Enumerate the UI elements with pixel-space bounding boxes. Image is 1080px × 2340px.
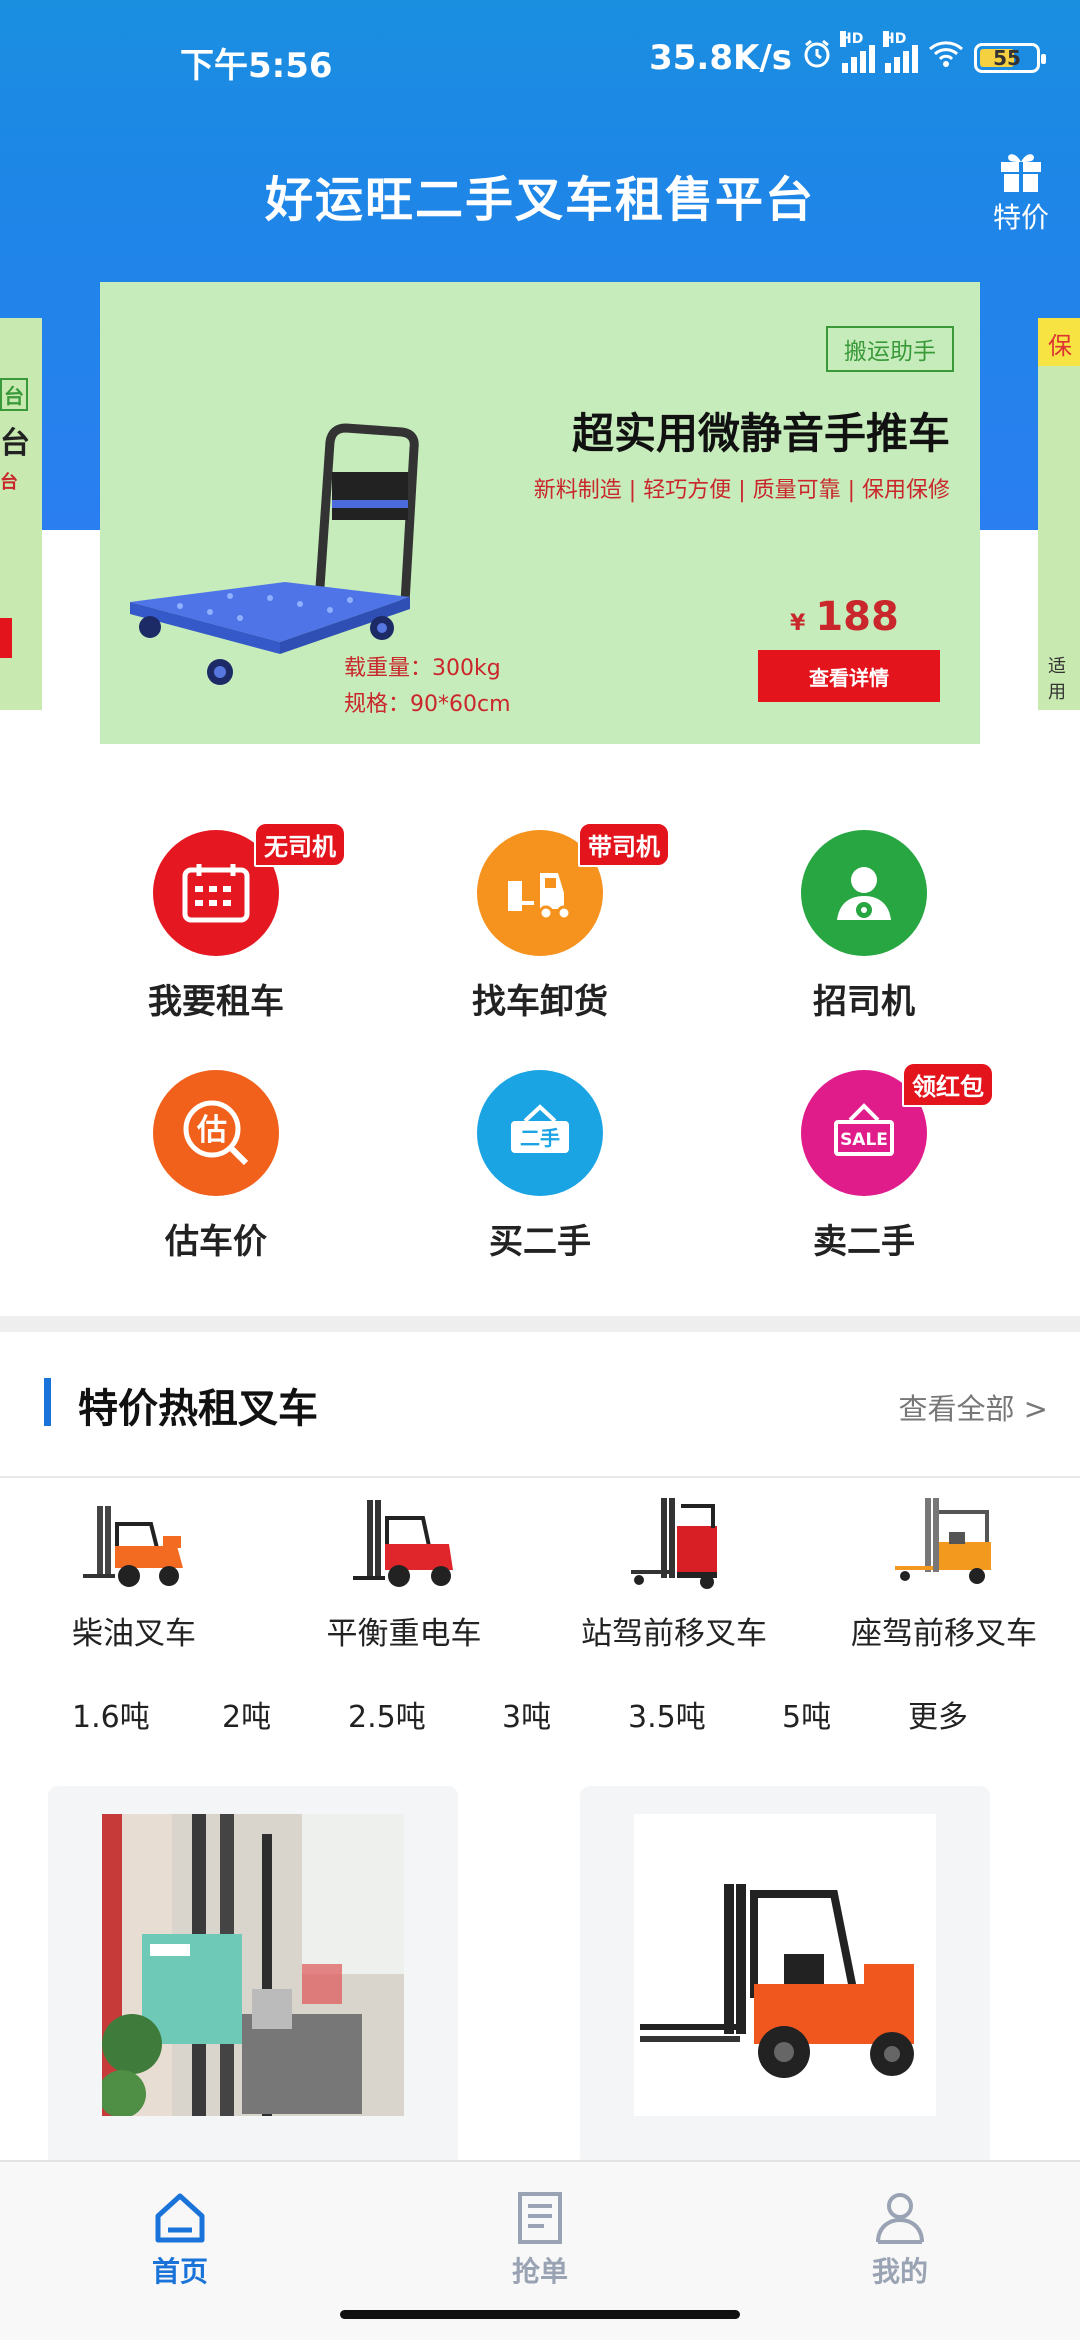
banner-title: 超实用微静音手推车 [571,409,950,458]
tab-grab-order[interactable]: 抢单 [460,2190,620,2290]
shortcut-label: 招司机 [813,982,915,1022]
category-seated-reach-truck[interactable]: 座驾前移叉车 [814,1496,1074,1653]
signal-icon: HD [840,31,875,73]
product-card[interactable] [580,1786,990,2166]
shortcut-label: 买二手 [489,1222,591,1262]
tonnage-filter-more[interactable]: 更多 [908,1692,968,1736]
category-counterbalance-electric[interactable]: 平衡重电车 [274,1496,534,1653]
used-sign-icon: 二手 [477,1070,603,1196]
user-icon [876,2193,924,2244]
category-stand-reach-truck[interactable]: 站驾前移叉车 [544,1496,804,1653]
home-indicator [340,2310,740,2319]
red-packet-badge: 领红包 [902,1062,994,1107]
wifi-icon [928,38,964,78]
banner-next-peek[interactable]: 保 适用 [1038,318,1080,710]
app-title: 好运旺二手叉车租售平台 [264,172,815,228]
banner-spec-load: 载重量：300kg [344,656,501,681]
signal-icon-2: HD [883,31,918,73]
tonnage-filter[interactable]: 3.5吨 [628,1692,706,1736]
battery-icon: 55 [974,43,1046,73]
shortcut-label: 找车卸货 [472,982,608,1022]
banner-prev-peek[interactable]: 台 台 台 [0,318,42,710]
shortcut-sell-used[interactable]: SALE 领红包 卖二手 [734,1062,994,1263]
svg-text:二手: 二手 [520,1126,560,1150]
stand-reach-truck-icon [631,1498,717,1589]
shortcut-rent-car[interactable]: 无司机 我要租车 [86,822,346,1023]
category-diesel-forklift[interactable]: 柴油叉车 [4,1496,264,1653]
shortcut-find-car-unload[interactable]: 带司机 找车卸货 [410,822,670,1023]
tonnage-filter[interactable]: 3吨 [502,1692,551,1736]
tab-profile[interactable]: 我的 [820,2190,980,2290]
battery-level: 55 [993,46,1021,70]
special-offer-label: 特价 [992,201,1049,234]
tonnage-filter[interactable]: 5吨 [782,1692,831,1736]
shortcut-label: 我要租车 [148,982,284,1022]
tab-label: 首页 [151,2255,208,2288]
product-image [634,1814,936,2116]
document-icon [518,2192,562,2244]
shortcut-label: 估车价 [165,1222,267,1262]
tonnage-filter[interactable]: 2.5吨 [348,1692,426,1736]
shortcut-buy-used[interactable]: 二手 买二手 [410,1070,670,1263]
category-label: 柴油叉车 [72,1616,196,1652]
product-image [102,1814,404,2116]
home-icon [155,2193,205,2243]
diesel-forklift-icon [83,1506,183,1587]
section-divider [0,1316,1080,1332]
svg-text:估: 估 [196,1113,227,1148]
view-detail-button[interactable]: 查看详情 [758,650,940,702]
banner-price: ¥188 [790,594,899,640]
alarm-icon [802,38,832,78]
banner-tag: 搬运助手 [826,326,954,372]
status-indicators: 35.8K/s HD HD 55 [649,31,1046,78]
tonnage-filter[interactable]: 2吨 [222,1692,271,1736]
tab-home[interactable]: 首页 [100,2190,260,2290]
network-speed: 35.8K/s [649,38,792,78]
status-bar: 下午5:56 35.8K/s HD HD 55 [0,0,1080,90]
shortcut-estimate-price[interactable]: 估 估车价 [86,1070,346,1263]
section-accent-bar [44,1378,51,1426]
tab-label: 我的 [871,2255,928,2288]
electric-forklift-icon [353,1500,453,1587]
driver-icon [801,830,927,956]
view-all-link[interactable]: 查看全部 > [898,1386,1048,1428]
seated-reach-truck-icon [895,1498,991,1584]
svg-text:SALE: SALE [840,1130,888,1150]
tonnage-filter[interactable]: 1.6吨 [72,1692,150,1736]
category-label: 平衡重电车 [326,1616,482,1652]
shortcut-label: 卖二手 [813,1222,915,1262]
shortcut-hire-driver[interactable]: 招司机 [734,830,994,1023]
banner-spec-size: 规格：90*60cm [344,692,511,717]
banner-subtitle: 新料制造 | 轻巧方便 | 质量可靠 | 保用保修 [533,478,950,503]
special-offer-button[interactable]: 特价 [986,148,1056,236]
category-label: 座驾前移叉车 [851,1616,1037,1652]
no-driver-badge: 无司机 [254,822,346,867]
product-card[interactable] [48,1786,458,2166]
estimate-icon: 估 [153,1070,279,1196]
section-title: 特价热租叉车 [78,1386,318,1432]
gift-icon [1001,154,1041,192]
status-time: 下午5:56 [180,46,333,86]
category-label: 站驾前移叉车 [581,1616,767,1652]
section-divider-line [0,1476,1080,1478]
tab-label: 抢单 [511,2255,568,2288]
hand-cart-image [120,372,450,696]
with-driver-badge: 带司机 [578,822,670,867]
promo-banner[interactable]: 搬运助手 超实用微静音手推车 新料制造 | 轻巧方便 | 质量可靠 | 保用保修… [100,282,980,744]
